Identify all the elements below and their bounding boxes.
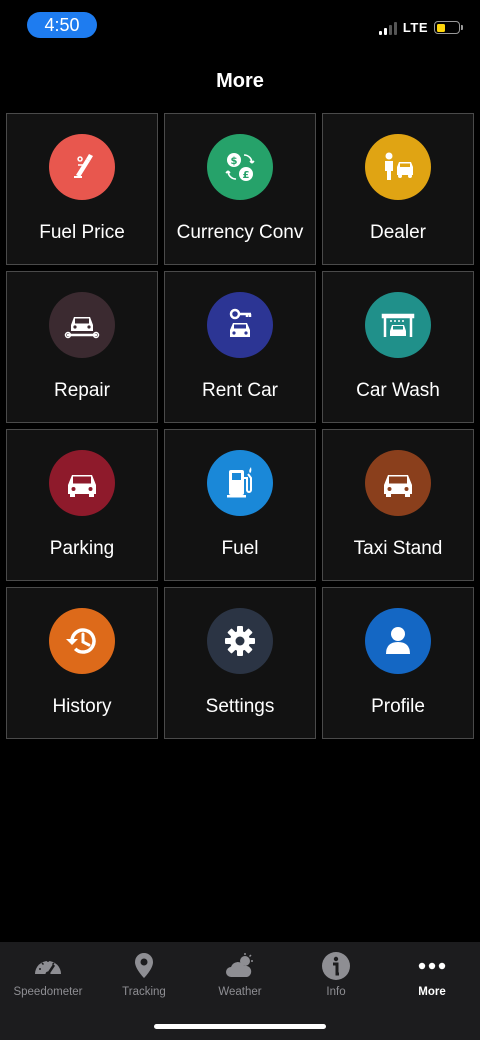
tile-profile[interactable]: Profile: [322, 587, 474, 739]
info-icon: [322, 952, 350, 980]
currency-exchange-icon: $ £: [207, 134, 273, 200]
tab-more[interactable]: More: [384, 942, 480, 1040]
tab-label: Tracking: [122, 986, 166, 998]
tile-label: Car Wash: [356, 380, 440, 401]
tab-label: More: [418, 986, 446, 998]
status-bar: 4:50 LTE: [0, 0, 480, 50]
tile-rent-car[interactable]: Rent Car: [164, 271, 316, 423]
network-type: LTE: [402, 20, 428, 35]
tile-taxi-stand[interactable]: Taxi Stand: [322, 429, 474, 581]
history-icon: [49, 608, 115, 674]
taxi-car-icon: [365, 450, 431, 516]
tab-label: Weather: [218, 986, 262, 998]
signal-icon: [378, 21, 397, 35]
tile-fuel-price[interactable]: Fuel Price: [6, 113, 158, 265]
tile-label: Profile: [371, 696, 425, 717]
tile-settings[interactable]: Settings: [164, 587, 316, 739]
status-indicators: LTE: [378, 20, 463, 35]
tile-label: History: [52, 696, 112, 717]
dealer-icon: [365, 134, 431, 200]
tile-dealer[interactable]: Dealer: [322, 113, 474, 265]
tile-label: Repair: [54, 380, 110, 401]
tile-label: Rent Car: [201, 380, 279, 401]
gear-icon: [207, 608, 273, 674]
tile-fuel[interactable]: Fuel: [164, 429, 316, 581]
car-wash-icon: [365, 292, 431, 358]
weather-icon: [226, 953, 253, 977]
svg-text:£: £: [243, 170, 250, 181]
tab-speedometer[interactable]: Speedometer: [0, 942, 96, 1040]
tile-parking[interactable]: Parking: [6, 429, 158, 581]
more-dots-icon: [418, 962, 446, 970]
tile-label: Currency Conv: [176, 222, 304, 243]
status-time: 4:50: [27, 12, 97, 38]
parking-car-icon: [49, 450, 115, 516]
battery-icon: [434, 21, 463, 34]
fuel-pump-icon: [207, 450, 273, 516]
location-pin-icon: [135, 953, 153, 978]
tile-label: Dealer: [370, 222, 426, 243]
svg-text:$: $: [231, 156, 238, 167]
tile-label: Fuel: [221, 538, 259, 559]
tile-car-wash[interactable]: Car Wash: [322, 271, 474, 423]
tile-label: Settings: [205, 696, 275, 717]
tile-currency-converter[interactable]: $ £ Currency Conv: [164, 113, 316, 265]
tile-history[interactable]: History: [6, 587, 158, 739]
tile-label: Fuel Price: [39, 222, 125, 243]
home-indicator[interactable]: [154, 1024, 326, 1029]
feature-grid: Fuel Price $ £ Currency Conv Dealer Repai…: [6, 113, 474, 739]
speedometer-icon: [35, 960, 61, 977]
user-icon: [365, 608, 431, 674]
fuel-price-icon: [49, 134, 115, 200]
page-title: More: [216, 70, 264, 92]
tab-label: Speedometer: [13, 986, 83, 998]
car-repair-icon: [49, 292, 115, 358]
tile-label: Taxi Stand: [353, 538, 443, 559]
tile-label: Parking: [49, 538, 115, 559]
tab-label: Info: [326, 986, 346, 998]
car-key-icon: [207, 292, 273, 358]
tile-repair[interactable]: Repair: [6, 271, 158, 423]
